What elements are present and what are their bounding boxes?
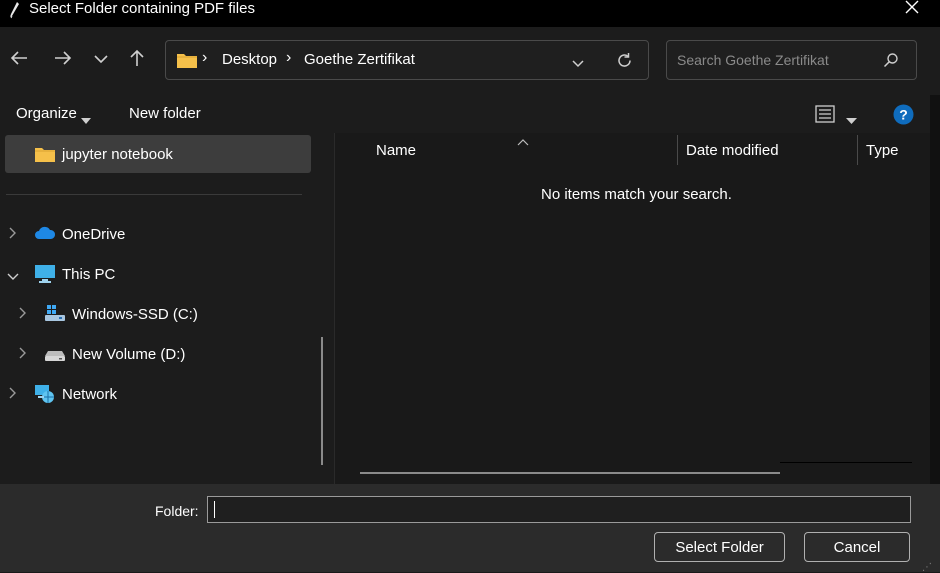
dialog-footer: Folder: Select Folder Cancel ⋰ xyxy=(0,484,940,573)
drive-icon xyxy=(44,349,66,367)
empty-state-message: No items match your search. xyxy=(541,186,732,203)
column-header-name[interactable]: Name xyxy=(376,142,416,160)
feather-icon xyxy=(6,1,22,19)
caret-down-icon xyxy=(81,111,91,129)
sidebar-item-label: New Volume (D:) xyxy=(72,346,186,363)
sidebar-item-this-pc[interactable]: This PC xyxy=(0,261,320,289)
up-button[interactable] xyxy=(123,46,151,74)
folder-name-input[interactable] xyxy=(207,496,911,523)
folder-icon xyxy=(34,146,56,168)
horizontal-scrollbar[interactable] xyxy=(360,472,780,474)
monitor-icon xyxy=(34,264,56,289)
windows-drive-icon xyxy=(44,304,66,327)
column-divider[interactable] xyxy=(857,135,858,165)
address-bar[interactable]: › Desktop › Goethe Zertifikat xyxy=(165,40,649,80)
breadcrumb-goethe-zertifikat[interactable]: Goethe Zertifikat xyxy=(304,51,415,69)
sidebar-item-label: This PC xyxy=(62,266,116,283)
help-icon[interactable]: ? xyxy=(893,104,914,130)
arrow-left-icon xyxy=(10,50,28,71)
folder-icon xyxy=(176,51,198,74)
close-icon xyxy=(905,0,919,19)
sidebar-item-jupyter-notebook[interactable]: jupyter notebook xyxy=(5,135,311,173)
forward-button[interactable] xyxy=(49,46,77,74)
folder-label: Folder: xyxy=(155,503,199,519)
search-box[interactable] xyxy=(666,40,917,80)
chevron-right-icon[interactable] xyxy=(19,306,27,324)
address-dropdown-button[interactable] xyxy=(572,55,584,73)
chevron-right-icon[interactable] xyxy=(9,226,17,244)
organize-menu[interactable]: Organize xyxy=(16,105,77,123)
sidebar-item-label: Network xyxy=(62,386,118,403)
file-list-pane: Name Date modified Type No items match y… xyxy=(334,133,930,484)
new-folder-button[interactable]: New folder xyxy=(129,105,201,123)
close-button[interactable] xyxy=(896,0,928,18)
navigation-pane-scrollbar[interactable] xyxy=(321,337,323,465)
sidebar-item-label: OneDrive xyxy=(62,226,126,243)
recent-locations-button[interactable] xyxy=(87,46,115,74)
breadcrumb-separator-icon: › xyxy=(286,49,292,66)
sidebar-item-onedrive[interactable]: OneDrive xyxy=(0,221,320,249)
select-folder-button[interactable]: Select Folder xyxy=(654,532,785,562)
scrollbar-track xyxy=(780,462,912,463)
navigation-pane: jupyter notebook OneDrive This PC Window… xyxy=(0,133,334,484)
column-header-type[interactable]: Type xyxy=(866,142,899,160)
search-icon[interactable] xyxy=(883,52,899,73)
command-bar: Organize New folder ? xyxy=(0,95,940,133)
cancel-button[interactable]: Cancel xyxy=(804,532,910,562)
divider xyxy=(6,194,302,195)
breadcrumb-desktop[interactable]: Desktop xyxy=(222,51,277,69)
view-options-caret-icon[interactable] xyxy=(846,111,857,129)
chevron-right-icon[interactable] xyxy=(19,346,27,364)
arrow-right-icon xyxy=(54,50,72,71)
cloud-icon xyxy=(34,226,56,245)
refresh-icon[interactable] xyxy=(616,52,633,74)
column-header-date-modified[interactable]: Date modified xyxy=(686,142,779,160)
search-input[interactable] xyxy=(677,50,877,70)
resize-grip-icon[interactable]: ⋰ xyxy=(922,562,932,573)
text-caret xyxy=(214,501,215,518)
chevron-down-icon xyxy=(94,51,108,69)
column-divider[interactable] xyxy=(677,135,678,165)
sort-ascending-icon xyxy=(517,133,529,151)
sidebar-item-windows-ssd[interactable]: Windows-SSD (C:) xyxy=(0,301,320,329)
window-edge xyxy=(930,95,940,484)
sidebar-item-label: jupyter notebook xyxy=(62,146,173,163)
sidebar-item-new-volume[interactable]: New Volume (D:) xyxy=(0,341,320,369)
window-title: Select Folder containing PDF files xyxy=(29,0,255,17)
svg-text:?: ? xyxy=(899,107,908,123)
breadcrumb-separator-icon: › xyxy=(202,49,208,66)
title-bar: Select Folder containing PDF files xyxy=(0,0,940,27)
sidebar-item-network[interactable]: Network xyxy=(0,381,320,409)
network-icon xyxy=(34,384,56,410)
back-button[interactable] xyxy=(5,46,33,74)
chevron-right-icon[interactable] xyxy=(9,386,17,404)
sidebar-item-label: Windows-SSD (C:) xyxy=(72,306,198,323)
arrow-up-icon xyxy=(129,49,145,72)
view-list-icon[interactable] xyxy=(815,105,835,128)
chevron-down-icon[interactable] xyxy=(7,268,19,286)
